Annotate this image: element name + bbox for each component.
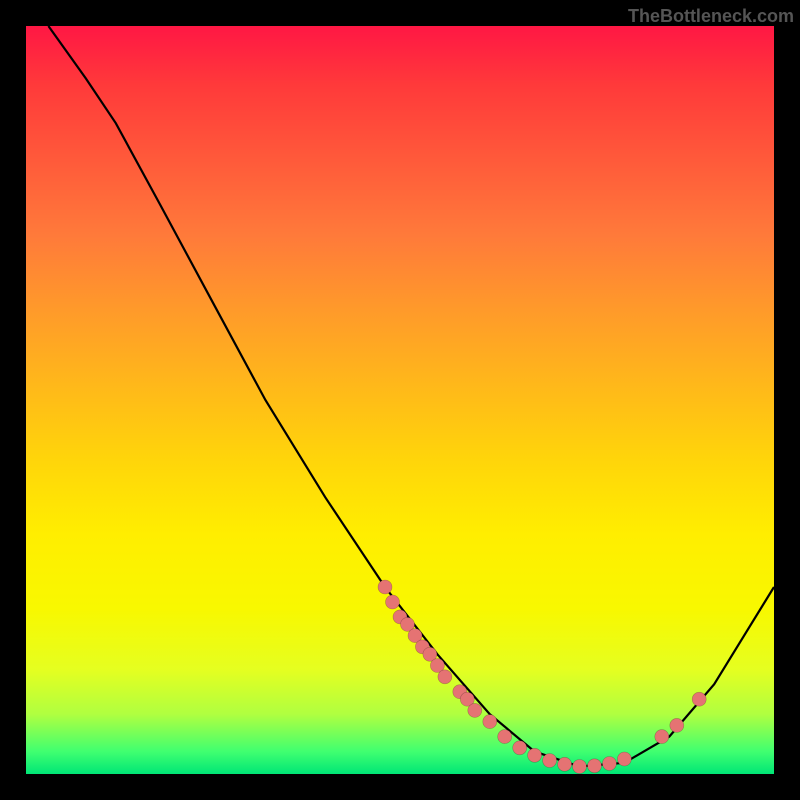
data-point [602,757,616,771]
data-point [498,730,512,744]
data-point [513,741,527,755]
data-point [378,580,392,594]
data-point [692,692,706,706]
data-point [670,718,684,732]
plot-area [26,26,774,774]
watermark-text: TheBottleneck.com [628,6,794,27]
data-point [573,760,587,774]
data-point [528,748,542,762]
data-point [438,670,452,684]
data-point [543,754,557,768]
data-point [558,757,572,771]
data-point [588,759,602,773]
data-point [483,715,497,729]
data-point [468,703,482,717]
data-point [655,730,669,744]
data-point [617,752,631,766]
bottleneck-curve [48,26,774,767]
chart-container: TheBottleneck.com [0,0,800,800]
data-point [386,595,400,609]
chart-svg [26,26,774,774]
